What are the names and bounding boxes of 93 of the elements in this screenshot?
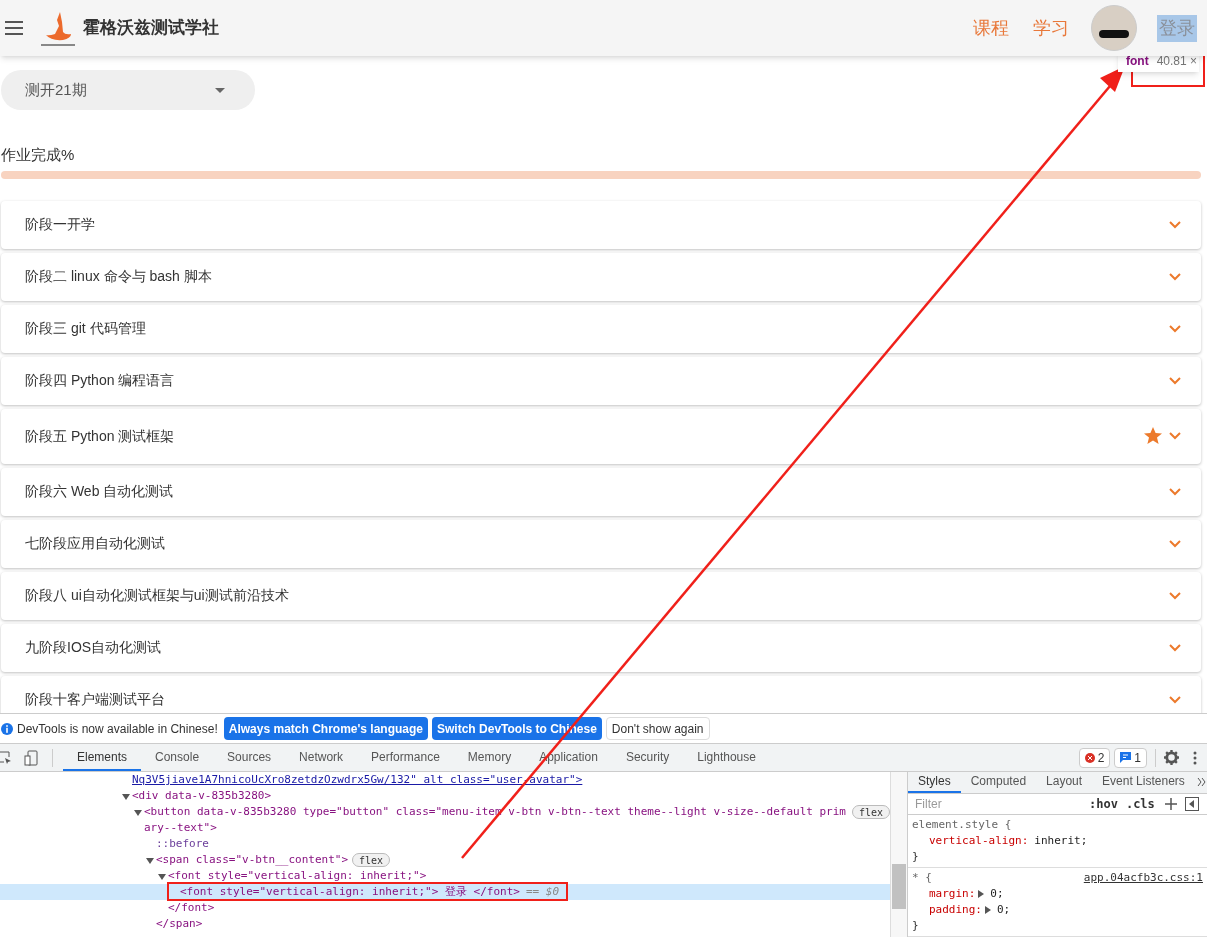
- css-property: padding:: [929, 902, 982, 918]
- chevron-down-icon: [1169, 432, 1181, 440]
- stage-panel[interactable]: 阶段八 ui自动化测试框架与ui测试前沿技术: [1, 571, 1201, 620]
- expanded-triangle-icon[interactable]: [122, 793, 130, 801]
- styles-tab[interactable]: Event Listeners: [1092, 772, 1195, 793]
- sidebar-toggle-icon[interactable]: [1184, 796, 1199, 811]
- chevron-down-icon: [1169, 376, 1181, 385]
- element-size: 40.81 ×: [1156, 53, 1198, 70]
- css-selector: * {: [912, 870, 932, 886]
- css-property: vertical-align:: [929, 833, 1029, 849]
- chevron-down-icon: [1169, 591, 1181, 600]
- css-property: margin:: [929, 886, 976, 902]
- banner-button[interactable]: Always match Chrome's language: [223, 717, 429, 740]
- dom-node[interactable]: <span class="v-btn__content">: [156, 852, 349, 868]
- more-tabs-icon[interactable]: [1196, 777, 1207, 788]
- avatar: [1091, 5, 1137, 51]
- banner-button[interactable]: Don't show again: [605, 717, 710, 740]
- message-icon: [1120, 752, 1132, 763]
- site-title: 霍格沃兹测试学社: [83, 17, 219, 40]
- menu-icon[interactable]: [5, 21, 23, 35]
- class-select[interactable]: 测开21期: [1, 70, 255, 110]
- error-count[interactable]: 2: [1078, 747, 1111, 768]
- chevron-down-icon: [1169, 272, 1181, 281]
- inspect-icon[interactable]: [0, 750, 12, 765]
- message-count[interactable]: 1: [1114, 747, 1147, 768]
- devtools-tab[interactable]: Elements: [63, 744, 142, 771]
- more-icon[interactable]: [1193, 750, 1197, 765]
- add-icon[interactable]: [1164, 797, 1177, 810]
- stage-title: 阶段二 linux 命令与 bash 脚本: [25, 267, 212, 286]
- banner-message: DevTools is now available in Chinese!: [17, 720, 218, 738]
- dom-node[interactable]: <button data-v-835b3280 type="button" class="menu-item v-btn v-btn--text theme--light v-size--default primary--text">: [144, 804, 848, 836]
- chevron-down-icon: [1169, 643, 1181, 652]
- stage-title: 阶段六 Web 自动化测试: [25, 482, 174, 501]
- expanded-triangle-icon[interactable]: [158, 873, 166, 881]
- devtools-tab[interactable]: Sources: [213, 744, 286, 771]
- stage-panel[interactable]: 阶段六 Web 自动化测试: [1, 467, 1201, 516]
- layout-badge[interactable]: flex: [851, 805, 890, 819]
- css-selector: element.style {: [912, 817, 1012, 833]
- stage-panel[interactable]: 阶段二 linux 命令与 bash 脚本: [1, 252, 1201, 301]
- stage-panel[interactable]: 阶段五 Python 测试框架: [1, 408, 1201, 464]
- progress-label: 作业完成%: [1, 145, 76, 165]
- device-toolbar-icon[interactable]: [24, 749, 38, 766]
- dom-node[interactable]: <div data-v-835b3280>: [132, 788, 272, 804]
- css-brace: }: [912, 849, 920, 865]
- devtools-tab[interactable]: Performance: [357, 744, 454, 771]
- stage-panel[interactable]: 七阶段应用自动化测试: [1, 519, 1201, 568]
- tag-name: font: [1126, 53, 1149, 70]
- chevron-down-icon: [1169, 695, 1181, 704]
- error-icon: [1084, 752, 1095, 763]
- settings-icon[interactable]: [1164, 750, 1179, 765]
- dom-node[interactable]: <font style="vertical-align: inherit;"> 登录 </font>: [180, 884, 520, 900]
- stage-panel[interactable]: 阶段十客户端测试平台: [1, 675, 1201, 713]
- devtools-tab[interactable]: Security: [611, 744, 684, 771]
- stage-title: 阶段四 Python 编程语言: [25, 371, 175, 390]
- stage-title: 阶段三 git 代码管理: [25, 319, 146, 338]
- devtools-tab[interactable]: Network: [285, 744, 358, 771]
- stage-panel[interactable]: 阶段三 git 代码管理: [1, 304, 1201, 353]
- chevron-down-icon: [1169, 539, 1181, 548]
- css-value: 0;: [990, 886, 1004, 902]
- styles-tab[interactable]: Styles: [908, 772, 961, 793]
- dom-node[interactable]: ::before: [156, 836, 209, 852]
- css-brace: }: [912, 918, 920, 934]
- stage-title: 阶段五 Python 测试框架: [25, 426, 175, 446]
- devtools-tab[interactable]: Lighthouse: [683, 744, 770, 771]
- stage-title: 阶段十客户端测试平台: [25, 690, 165, 709]
- caret-icon: [215, 87, 225, 93]
- dom-node[interactable]: </font>: [168, 900, 215, 916]
- css-value: inherit;: [1034, 833, 1088, 849]
- devtools-tab[interactable]: Memory: [453, 744, 526, 771]
- stage-panel[interactable]: 阶段一开学: [1, 200, 1201, 249]
- filter-toggle[interactable]: .cls: [1125, 794, 1155, 813]
- expanded-triangle-icon[interactable]: [134, 809, 142, 817]
- scrollbar[interactable]: [890, 772, 907, 937]
- selected-marker: == $0: [525, 884, 559, 900]
- dom-node[interactable]: <font style="vertical-align: inherit;">: [168, 868, 427, 884]
- filter-toggle[interactable]: :hov: [1089, 794, 1118, 813]
- source-link[interactable]: app.04acfb3c.css:1: [1083, 870, 1203, 886]
- stage-panel[interactable]: 九阶段IOS自动化测试: [1, 623, 1201, 672]
- stage-title: 九阶段IOS自动化测试: [25, 638, 162, 657]
- layout-badge[interactable]: flex: [352, 853, 391, 867]
- chevron-down-icon: [1169, 220, 1181, 229]
- chevron-down-icon: [1169, 324, 1181, 333]
- chevron-down-icon: [1169, 487, 1181, 496]
- styles-tab[interactable]: Layout: [1036, 772, 1093, 793]
- stage-title: 阶段八 ui自动化测试框架与ui测试前沿技术: [25, 586, 289, 605]
- stage-panel[interactable]: 阶段四 Python 编程语言: [1, 356, 1201, 405]
- css-value: 0;: [997, 902, 1011, 918]
- devtools-tab[interactable]: Console: [141, 744, 214, 771]
- expanded-triangle-icon[interactable]: [146, 857, 154, 865]
- stage-title: 阶段一开学: [25, 215, 95, 234]
- dom-node[interactable]: </span>: [156, 916, 203, 932]
- stage-title: 七阶段应用自动化测试: [25, 534, 165, 553]
- styles-tab[interactable]: Computed: [960, 772, 1037, 793]
